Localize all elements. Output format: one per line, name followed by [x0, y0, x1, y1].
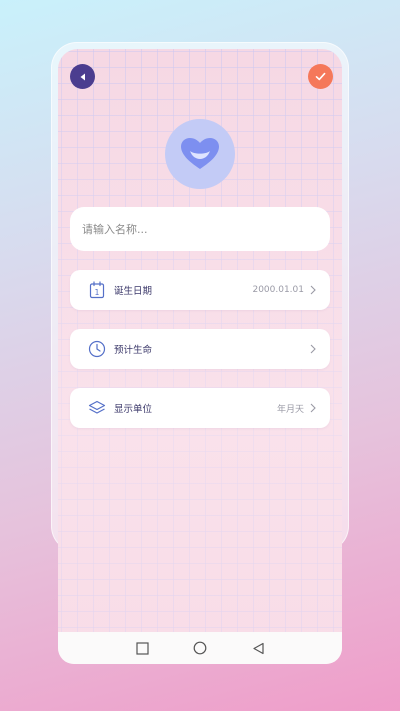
display-unit-value: 年月天 [276, 404, 304, 415]
app-screen: 1 诞生日期 2000.01.01 预计生命 显示单位 年月天 [58, 49, 342, 664]
display-unit-row[interactable]: 显示单位 年月天 [70, 388, 330, 428]
back-button[interactable] [70, 64, 95, 89]
life-expectancy-label: 预计生命 [114, 345, 153, 356]
nav-home-button[interactable] [192, 640, 208, 656]
chevron-right-icon [310, 285, 318, 295]
nav-back-button[interactable] [250, 640, 266, 656]
caret-left-icon [80, 73, 85, 80]
birth-date-value: 2000.01.01 [252, 285, 304, 295]
clock-icon [88, 340, 106, 358]
calendar-icon: 1 [88, 281, 106, 299]
nav-recent-button[interactable] [134, 640, 150, 656]
system-nav-bar [58, 632, 342, 664]
birth-date-label: 诞生日期 [114, 286, 153, 297]
birth-date-row[interactable]: 1 诞生日期 2000.01.01 [70, 270, 330, 310]
name-input[interactable] [70, 207, 330, 251]
confirm-button[interactable] [308, 64, 333, 89]
display-unit-label: 显示单位 [114, 404, 153, 415]
layers-icon [88, 399, 106, 417]
circle-icon [193, 641, 207, 655]
life-expectancy-row[interactable]: 预计生命 [70, 329, 330, 369]
heart-icon [181, 138, 219, 169]
check-icon [315, 72, 326, 81]
calendar-day-text: 1 [95, 288, 100, 297]
square-icon [135, 641, 149, 655]
avatar-button[interactable] [165, 119, 235, 189]
chevron-right-icon [310, 403, 318, 413]
chevron-right-icon [310, 344, 318, 354]
triangle-back-icon [252, 642, 264, 654]
